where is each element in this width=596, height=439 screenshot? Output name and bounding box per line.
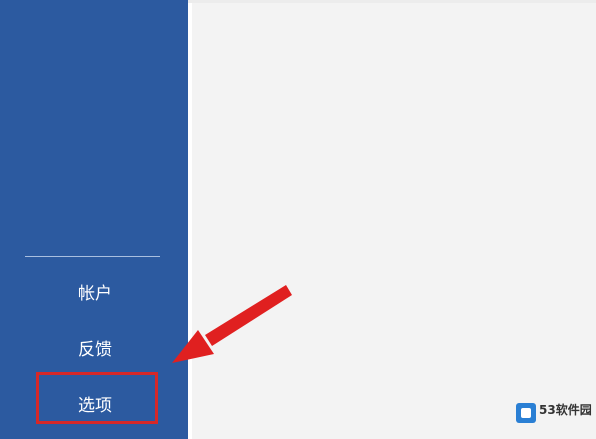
watermark-logo: 53软件园 xyxy=(516,399,592,429)
sidebar-item-account[interactable]: 帐户 xyxy=(0,276,188,312)
watermark-icon xyxy=(516,403,536,423)
app-window: 帐户 反馈 选项 53软件园 xyxy=(0,0,596,439)
highlight-box xyxy=(36,372,158,424)
sidebar-item-label: 反馈 xyxy=(78,340,112,360)
pane-edge xyxy=(188,0,192,439)
main-content-pane xyxy=(188,0,596,439)
top-edge xyxy=(188,0,596,3)
watermark-text: 53软件园 xyxy=(539,403,592,417)
sidebar-divider xyxy=(25,256,160,257)
sidebar-item-label: 帐户 xyxy=(78,284,112,304)
sidebar-item-feedback[interactable]: 反馈 xyxy=(0,332,188,368)
